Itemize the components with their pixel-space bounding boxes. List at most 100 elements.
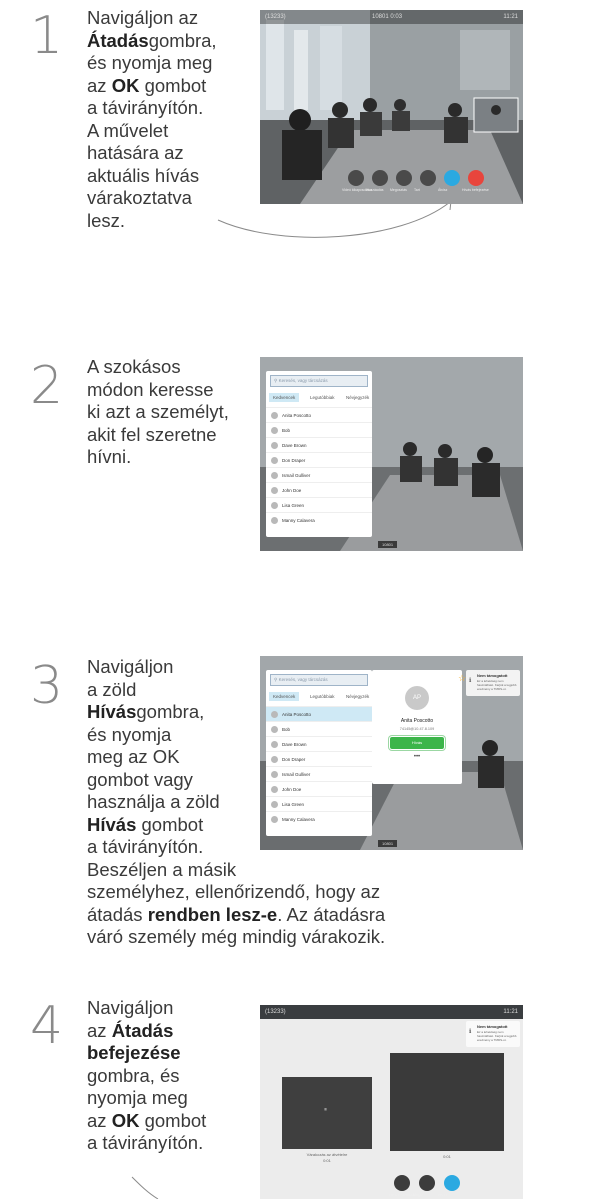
contact-item[interactable]: Manny Calavera [266, 811, 372, 826]
instruction-segment: akit fel szeretne [87, 423, 217, 445]
clock: 11:21 [503, 1009, 518, 1015]
arrow-connector [131, 1176, 159, 1199]
contact-avatar [271, 412, 278, 419]
contact-name: Lisa Green [282, 503, 305, 508]
instruction-segment: hatására az [87, 142, 184, 163]
contact-item[interactable]: Ismail Gulliver [266, 766, 372, 781]
instruction-line: ki azt a személyt, [87, 401, 262, 424]
contact-avatar [271, 801, 278, 808]
notice-popup: ℹ Nem támogatott Ez a lehetőség nem hasz… [466, 1021, 520, 1047]
instruction-line: nyomja meg [87, 1087, 247, 1110]
contact-item[interactable]: Don Draper [266, 751, 372, 766]
instruction-emphasis: Hívás [87, 813, 137, 835]
instruction-segment: A művelet [87, 119, 169, 141]
control-button[interactable] [444, 170, 460, 186]
control-button[interactable] [444, 1175, 460, 1191]
instruction-emphasis: Hívás [87, 701, 137, 722]
contact-item[interactable]: John Doe [266, 781, 372, 796]
contact-item[interactable]: Don Draper [266, 452, 372, 467]
contact-name: Dave Brown [282, 443, 307, 448]
tab-directory[interactable]: Névjegyzék [346, 395, 369, 400]
contact-item[interactable]: Anita Poscotto [266, 706, 372, 721]
tab-directory[interactable]: Névjegyzék [346, 694, 369, 699]
info-icon: ℹ [469, 1029, 472, 1035]
info-icon: ℹ [469, 678, 472, 684]
contact-name: Dave Brown [282, 742, 307, 747]
directory-panel: ⚲ Keresés, vagy tárcsázás Kedvencek Legu… [266, 670, 372, 836]
contact-item[interactable]: Lisa Green [266, 796, 372, 811]
contact-avatar [271, 472, 278, 479]
more-options-button[interactable]: ••• [372, 754, 462, 760]
control-button[interactable] [419, 1175, 435, 1191]
search-input[interactable]: ⚲ Keresés, vagy tárcsázás [270, 375, 368, 387]
clock: 11:21 [503, 14, 518, 20]
contact-item[interactable]: Bob [266, 422, 372, 437]
control-label: Átvisz [438, 1193, 448, 1197]
contact-item[interactable]: Anita Poscotto [266, 407, 372, 422]
footer-id: 10801 [378, 840, 398, 847]
instruction-line: A művelet [87, 120, 257, 143]
instruction-line: a távirányítón. [87, 97, 257, 120]
held-call-time: 0:01 [323, 1158, 331, 1163]
tab-favorites[interactable]: Kedvencek [269, 692, 300, 701]
instruction-segment: A szokásos [87, 356, 181, 377]
instruction-line: Navigáljon [87, 997, 247, 1020]
contact-card: AP Anita Poscotto 74145@10.47.8.109 Hívá… [372, 670, 462, 784]
control-button[interactable] [372, 170, 388, 186]
notice-title: Nem támogatott [477, 1024, 508, 1029]
contact-item[interactable]: Manny Calavera [266, 512, 372, 527]
control-button[interactable] [468, 170, 484, 186]
instruction-segment: módon keresse [87, 378, 214, 400]
control-button[interactable] [394, 1175, 410, 1191]
control-label: Átvisz [438, 188, 448, 192]
instruction-segment: gombot [136, 813, 204, 835]
contact-item[interactable]: Dave Brown [266, 437, 372, 452]
contact-item[interactable]: Lisa Green [266, 497, 372, 512]
contact-name: Anita Poscotto [400, 718, 434, 724]
notice-popup: ℹ Nem támogatott Ez a lehetőség nem hasz… [466, 670, 520, 696]
control-label: Tart [414, 188, 420, 192]
contact-item[interactable]: Ismail Gulliver [266, 467, 372, 482]
directory-tabs: Kedvencek Legutóbbiak Névjegyzék [266, 692, 372, 704]
contact-item[interactable]: John Doe [266, 482, 372, 497]
notice-body: Ez a lehetőség nem használható. Kérjük a… [477, 679, 517, 691]
contact-name: John Doe [282, 787, 302, 792]
contact-name: Don Draper [282, 757, 306, 762]
search-input[interactable]: ⚲ Keresés, vagy tárcsázás [270, 674, 368, 686]
instruction-segment: nyomja meg [87, 1087, 188, 1108]
instruction-segment: Navigáljon [87, 656, 174, 677]
contact-avatar [271, 711, 278, 718]
instruction-line: gombra, és [87, 1065, 247, 1088]
step-instruction: Navigáljon az Átadás befejezése gombra, és n… [87, 997, 247, 1155]
instruction-line: hatására az [87, 142, 257, 165]
instruction-segment: . Az átadásra [277, 903, 386, 925]
contact-name: Manny Calavera [282, 817, 315, 822]
footer-id: 10801 [378, 541, 398, 548]
instruction-emphasis: rendben lesz-e [147, 903, 278, 925]
instruction-segment: és nyomja [87, 723, 172, 745]
contact-item[interactable]: Dave Brown [266, 736, 372, 751]
tab-favorites[interactable]: Kedvencek [269, 393, 300, 402]
instruction-line: az Átadás [87, 1020, 247, 1043]
contact-item[interactable]: Bob [266, 721, 372, 736]
instruction-segment: hívni. [87, 446, 132, 467]
instruction-line: a távirányítón. [87, 1132, 247, 1155]
active-call-time: 0:01 [443, 1154, 451, 1159]
directory-tabs: Kedvencek Legutóbbiak Névjegyzék [266, 393, 372, 405]
tab-recents[interactable]: Legutóbbiak [310, 694, 335, 699]
step-number: 1 [30, 6, 64, 66]
control-label: Mégse [413, 1193, 424, 1197]
contact-name: Anita Poscotto [282, 413, 312, 418]
instruction-segment: a távirányítón. [87, 1132, 204, 1153]
contact-avatar [271, 756, 278, 763]
tab-recents[interactable]: Legutóbbiak [310, 395, 335, 400]
control-button[interactable] [348, 170, 364, 186]
favorite-star-icon[interactable]: ☆ [458, 673, 466, 684]
instruction-emphasis: OK [111, 74, 140, 96]
instruction-segment: és nyomja meg [87, 52, 213, 73]
control-button[interactable] [420, 170, 436, 186]
instruction-line: és nyomja meg [87, 52, 257, 75]
call-button[interactable]: Hívás [389, 736, 445, 750]
control-button[interactable] [396, 170, 412, 186]
step-instruction: A szokásos módon keresse ki azt a személyt… [87, 356, 262, 469]
